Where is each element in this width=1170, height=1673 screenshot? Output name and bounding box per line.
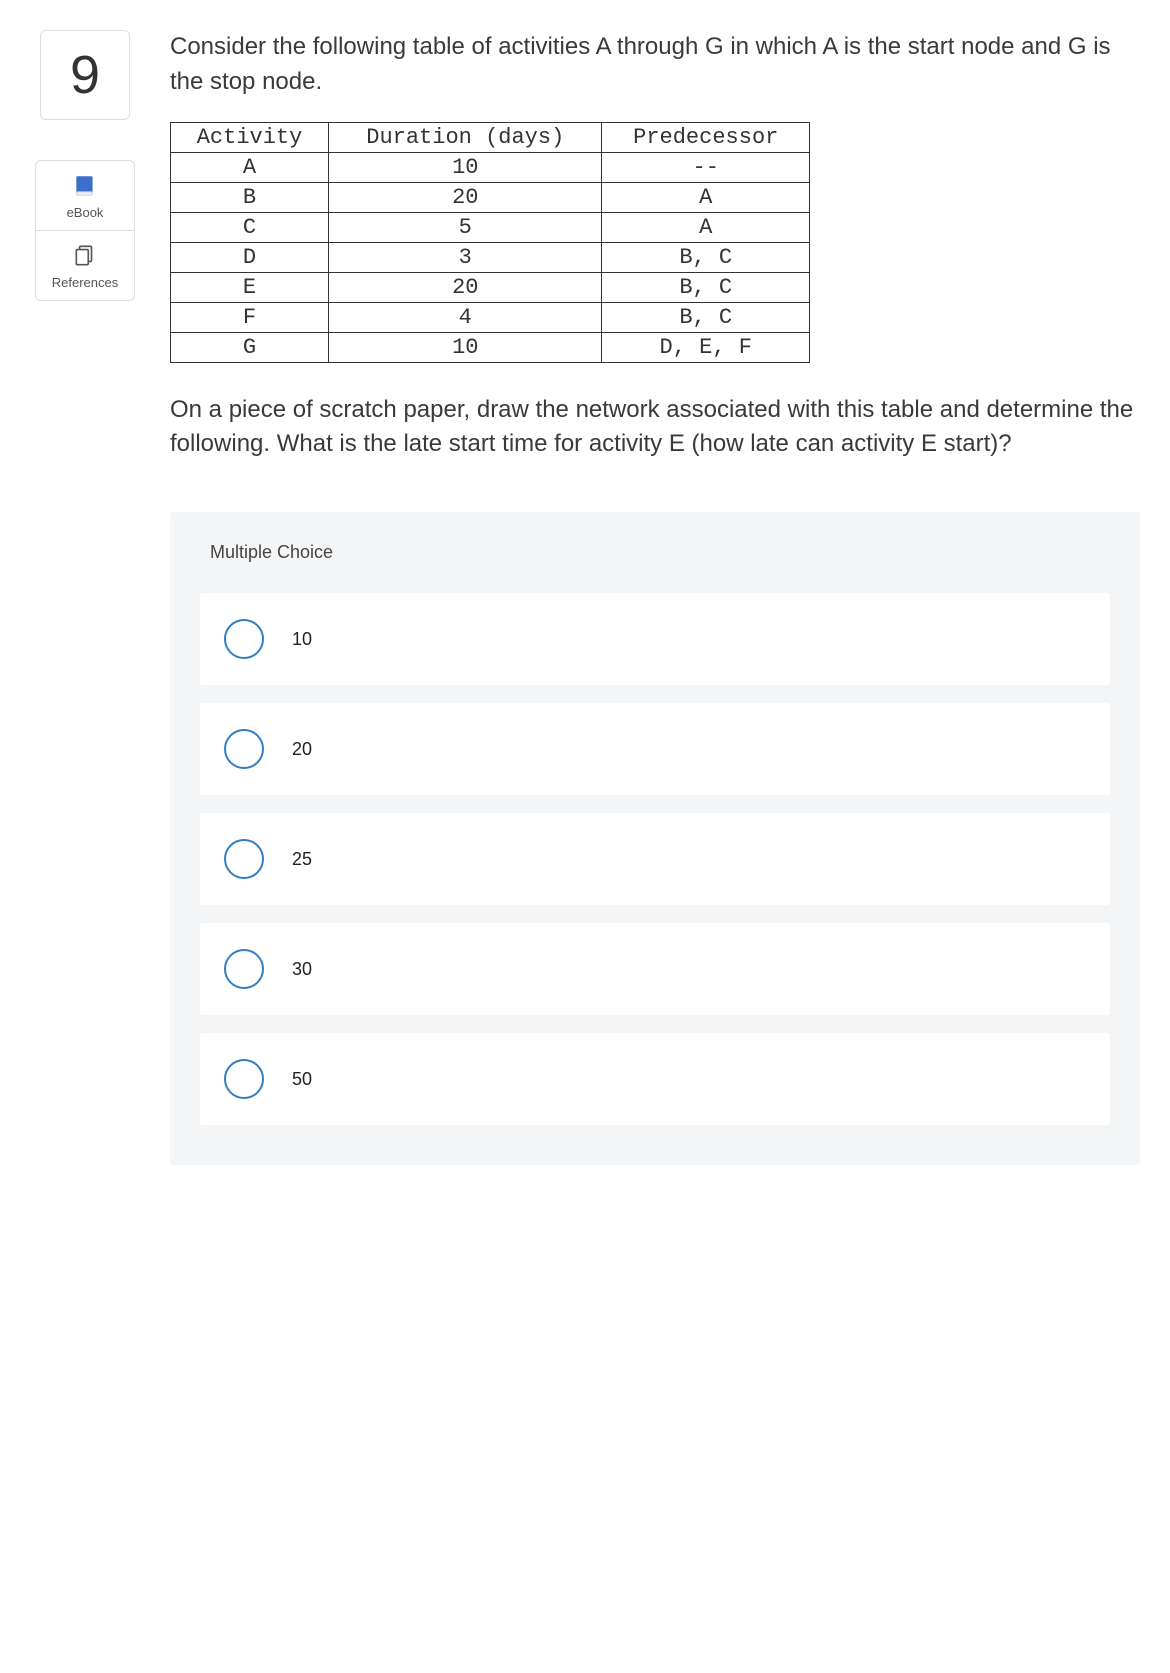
table-row: G10D, E, F [171, 332, 810, 362]
mc-option[interactable]: 20 [200, 703, 1110, 795]
prompt-followup: On a piece of scratch paper, draw the ne… [170, 393, 1140, 463]
mc-option-label: 10 [292, 629, 312, 650]
ebook-button[interactable]: eBook [36, 161, 134, 230]
activity-table: Activity Duration (days) Predecessor A10… [170, 122, 810, 363]
radio-icon [224, 949, 264, 989]
question-page: 9 eBook [30, 30, 1140, 1165]
mc-options: 10 20 25 30 50 [200, 593, 1110, 1125]
question-number: 9 [70, 44, 100, 106]
prompt-intro: Consider the following table of activiti… [170, 30, 1140, 100]
table-row: B20A [171, 182, 810, 212]
mc-option-label: 30 [292, 959, 312, 980]
radio-icon [224, 1059, 264, 1099]
tool-stack: eBook References [35, 160, 135, 301]
mc-option[interactable]: 50 [200, 1033, 1110, 1125]
sidebar: 9 eBook [30, 30, 140, 1165]
mc-panel: Multiple Choice 10 20 25 30 [170, 512, 1140, 1165]
references-label: References [52, 275, 118, 290]
table-row: D3B, C [171, 242, 810, 272]
table-row: E20B, C [171, 272, 810, 302]
mc-option-label: 25 [292, 849, 312, 870]
table-row: C5A [171, 212, 810, 242]
table-body: A10-- B20A C5A D3B, C E20B, C F4B, C G10… [171, 152, 810, 362]
mc-option[interactable]: 10 [200, 593, 1110, 685]
radio-icon [224, 619, 264, 659]
mc-option-label: 50 [292, 1069, 312, 1090]
mc-title: Multiple Choice [200, 542, 1110, 563]
copy-icon [72, 243, 98, 269]
col-header-predecessor: Predecessor [602, 122, 810, 152]
table-header-row: Activity Duration (days) Predecessor [171, 122, 810, 152]
ebook-label: eBook [67, 205, 104, 220]
mc-option[interactable]: 25 [200, 813, 1110, 905]
book-icon [72, 173, 98, 199]
question-number-box: 9 [40, 30, 130, 120]
col-header-activity: Activity [171, 122, 329, 152]
radio-icon [224, 839, 264, 879]
main-content: Consider the following table of activiti… [170, 30, 1140, 1165]
col-header-duration: Duration (days) [329, 122, 602, 152]
references-button[interactable]: References [36, 230, 134, 300]
table-row: A10-- [171, 152, 810, 182]
mc-option-label: 20 [292, 739, 312, 760]
mc-option[interactable]: 30 [200, 923, 1110, 1015]
table-row: F4B, C [171, 302, 810, 332]
radio-icon [224, 729, 264, 769]
